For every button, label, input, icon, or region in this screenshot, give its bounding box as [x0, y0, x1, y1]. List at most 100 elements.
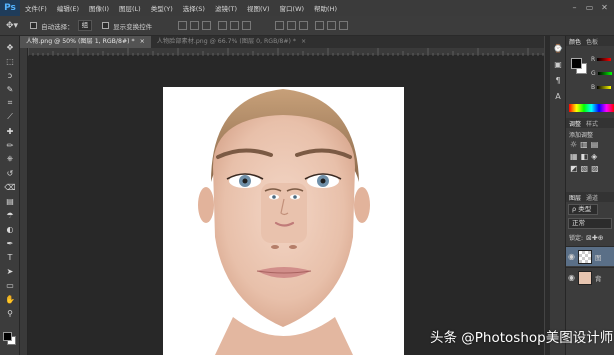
eye-icon[interactable]: ◉	[568, 252, 575, 261]
layer-row-2[interactable]: ◉ 背	[566, 267, 614, 287]
eraser-icon[interactable]: ⌫	[0, 180, 20, 194]
face-image	[163, 87, 404, 355]
dodge-icon[interactable]: ◐	[0, 222, 20, 236]
minimize-icon[interactable]: –	[569, 2, 580, 13]
eye-icon[interactable]: ◉	[568, 273, 575, 282]
history-brush-icon[interactable]: ↺	[0, 166, 20, 180]
lock-row: 锁定: ⊠✚⊕	[569, 233, 604, 243]
blend-mode-dropdown[interactable]: 正常	[568, 218, 612, 229]
tab-document-1[interactable]: 人物.png @ 50% (图层 1, RGB/8#) * ×	[20, 36, 151, 48]
menu-item[interactable]: 图层(L)	[114, 3, 146, 13]
tab-swatches[interactable]: 色板	[586, 37, 598, 46]
window-controls: – ▭ ✕	[569, 2, 610, 13]
tab-color[interactable]: 颜色	[569, 37, 581, 46]
color-spectrum[interactable]	[569, 104, 614, 112]
menu-item[interactable]: 窗口(W)	[275, 3, 310, 13]
align-vcenter-icon[interactable]	[190, 21, 200, 30]
layer-name: 背	[594, 274, 602, 283]
slider-b[interactable]: B	[591, 84, 612, 91]
slider-r[interactable]: R	[591, 56, 612, 63]
shape-icon[interactable]: ▭	[0, 278, 20, 292]
distribute-vcenter-icon[interactable]	[287, 21, 297, 30]
panel-dock: ⌚ ▣ ¶ A	[550, 36, 566, 355]
crop-icon[interactable]: ⌗	[0, 96, 20, 110]
document-canvas[interactable]	[163, 87, 404, 355]
menu-items: 文件(F) 编辑(E) 图像(I) 图层(L) 类型(Y) 选择(S) 滤镜(T) 视图(V)…	[20, 3, 342, 13]
menu-item[interactable]: 视图(V)	[242, 3, 275, 13]
stamp-icon[interactable]: ⎈	[0, 152, 20, 166]
distribute-top-icon[interactable]	[275, 21, 285, 30]
brush-icon[interactable]: ✏	[0, 138, 20, 152]
paragraph-icon[interactable]: ¶	[550, 72, 566, 88]
auto-select-checkbox[interactable]	[30, 22, 38, 29]
menu-item[interactable]: 类型(Y)	[146, 3, 178, 13]
auto-select-dropdown[interactable]: 组	[77, 20, 93, 31]
tab-adjustments[interactable]: 调整	[569, 119, 581, 128]
menu-item[interactable]: 选择(S)	[178, 3, 210, 13]
adjustment-icons[interactable]: ☼▥▤	[570, 140, 601, 149]
adjust-panel-tabs: 调整 样式	[566, 118, 614, 128]
distribute-left-icon[interactable]	[315, 21, 325, 30]
distribute-hcenter-icon[interactable]	[327, 21, 337, 30]
close-icon[interactable]: ✕	[599, 2, 610, 13]
zoom-icon[interactable]: ⚲	[0, 306, 20, 320]
close-icon[interactable]: ×	[140, 38, 145, 45]
close-icon[interactable]: ×	[301, 38, 306, 45]
quick-select-icon[interactable]: ✎	[0, 82, 20, 96]
lock-icon[interactable]: ⊠✚⊕	[586, 234, 604, 242]
align-top-icon[interactable]	[178, 21, 188, 30]
document-tabs: 人物.png @ 50% (图层 1, RGB/8#) * × 人物脸部素材.p…	[20, 36, 544, 48]
pen-icon[interactable]: ✒	[0, 236, 20, 250]
layer-filter-dropdown[interactable]: ρ 类型	[568, 204, 598, 215]
properties-icon[interactable]: ▣	[550, 56, 566, 72]
tab-styles[interactable]: 样式	[586, 119, 598, 128]
menu-item[interactable]: 文件(F)	[20, 3, 52, 13]
layer-name: 图	[594, 253, 602, 262]
tab-label: 人物.png @ 50% (图层 1, RGB/8#) *	[26, 38, 135, 45]
toolbox-color-swatches[interactable]	[3, 332, 17, 346]
layer-row-1[interactable]: ◉ 图	[566, 246, 614, 266]
adjustment-icons-3[interactable]: ◩▧▨	[570, 164, 602, 173]
distribute-right-icon[interactable]	[339, 21, 349, 30]
align-hcenter-icon[interactable]	[230, 21, 240, 30]
layer-thumbnail	[577, 249, 592, 264]
distribute-buttons	[275, 21, 349, 30]
tab-channels[interactable]: 通道	[586, 193, 598, 202]
ruler-horizontal	[27, 48, 544, 56]
align-left-icon[interactable]	[218, 21, 228, 30]
layer-thumbnail	[577, 270, 592, 285]
history-icon[interactable]: ⌚	[550, 40, 566, 56]
blur-icon[interactable]: ☂	[0, 208, 20, 222]
ruler-ticks	[27, 48, 544, 56]
gradient-icon[interactable]: ▤	[0, 194, 20, 208]
tab-layers[interactable]: 图层	[569, 193, 581, 202]
slider-g[interactable]: G	[591, 70, 612, 77]
tab-document-2[interactable]: 人物脸部素材.png @ 66.7% (图层 0, RGB/8#) * ×	[151, 36, 312, 48]
add-adjustment-label: 添加调整	[569, 132, 594, 139]
character-icon[interactable]: A	[550, 88, 566, 104]
tab-label: 人物脸部素材.png @ 66.7% (图层 0, RGB/8#) *	[156, 38, 297, 45]
menu-item[interactable]: 图像(I)	[84, 3, 114, 13]
foreground-color-swatch[interactable]	[571, 58, 582, 69]
distribute-bottom-icon[interactable]	[299, 21, 309, 30]
move-icon[interactable]: ✥	[0, 40, 20, 54]
healing-icon[interactable]: ✚	[0, 124, 20, 138]
adjustment-icons-2[interactable]: ▦◧◈	[570, 152, 600, 161]
path-select-icon[interactable]: ➤	[0, 264, 20, 278]
menu-item[interactable]: 帮助(H)	[309, 3, 342, 13]
eyedropper-icon[interactable]: ⟋	[0, 110, 20, 124]
menu-item[interactable]: 滤镜(T)	[210, 3, 242, 13]
menu-item[interactable]: 编辑(E)	[52, 3, 84, 13]
align-bottom-icon[interactable]	[202, 21, 212, 30]
lasso-icon[interactable]: ↄ	[0, 68, 20, 82]
color-panel-tabs: 颜色 色板	[566, 36, 614, 46]
show-transform-checkbox[interactable]	[102, 22, 110, 29]
watermark-text: 头条 @Photoshop美图设计师	[430, 330, 614, 346]
layers-panel-tabs: 图层 通道	[566, 192, 614, 202]
align-right-icon[interactable]	[242, 21, 252, 30]
marquee-icon[interactable]: ⬚	[0, 54, 20, 68]
type-icon[interactable]: T	[0, 250, 20, 264]
maximize-icon[interactable]: ▭	[584, 2, 595, 13]
move-tool-preset-icon[interactable]: ✥▾	[6, 21, 18, 31]
hand-icon[interactable]: ✋	[0, 292, 20, 306]
